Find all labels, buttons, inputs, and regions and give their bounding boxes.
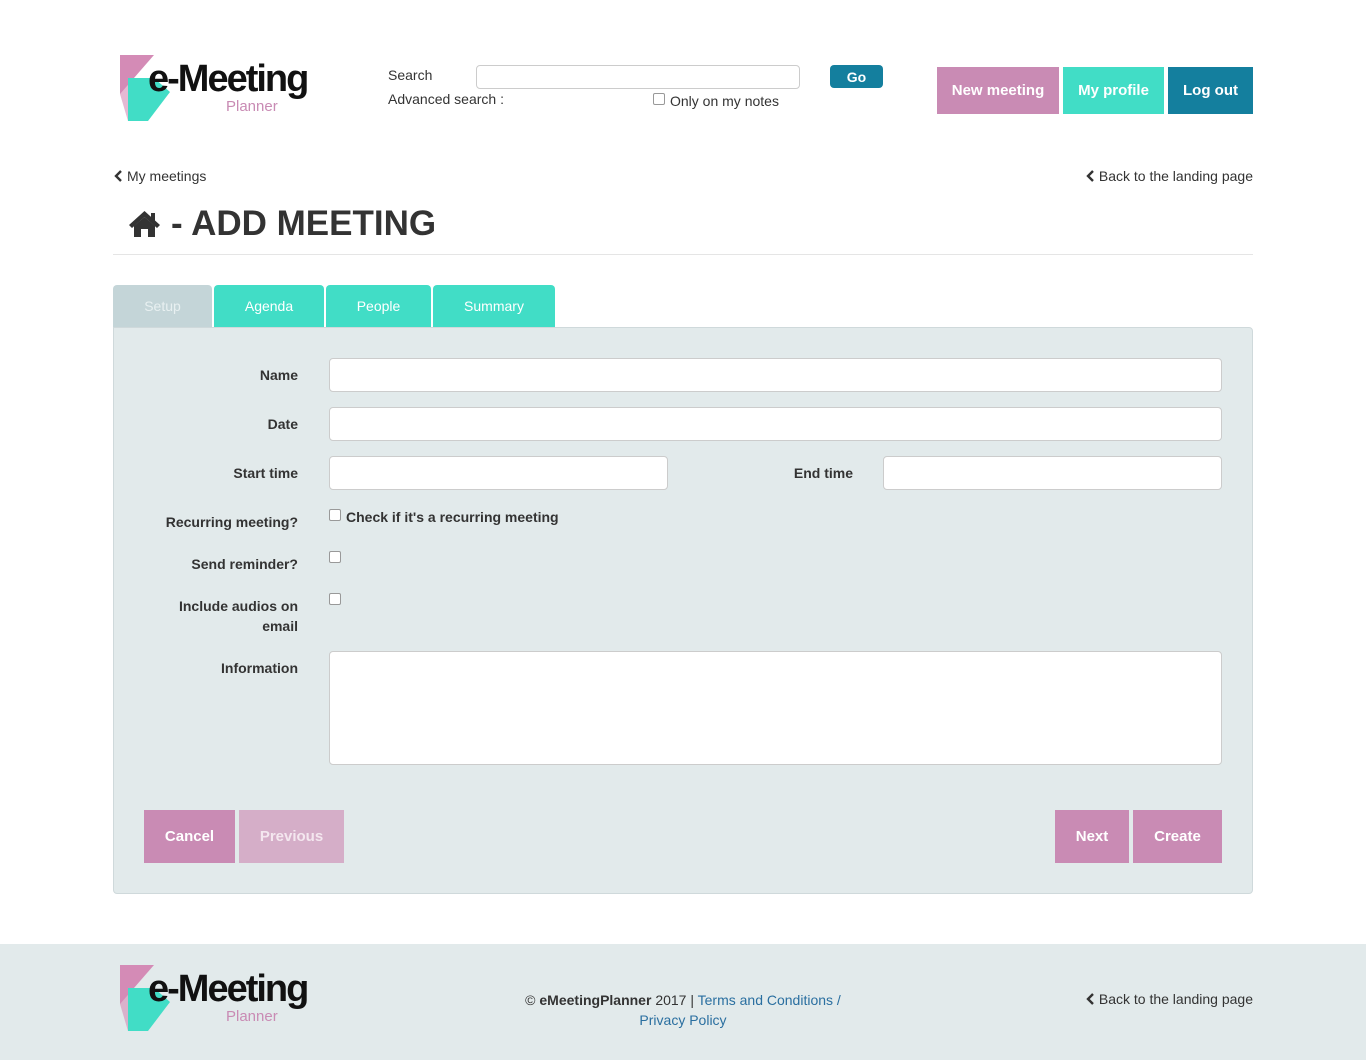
my-profile-button[interactable]: My profile bbox=[1063, 67, 1164, 114]
tab-agenda[interactable]: Agenda bbox=[214, 285, 324, 327]
cancel-button[interactable]: Cancel bbox=[144, 810, 235, 863]
logo-subtitle: Planner bbox=[226, 98, 278, 115]
tab-summary[interactable]: Summary bbox=[433, 285, 555, 327]
footer-brand: eMeetingPlanner bbox=[539, 992, 652, 1008]
footer-copyright: © eMeetingPlanner 2017 | Terms and Condi… bbox=[440, 990, 926, 1030]
page-title-text: - ADD MEETING bbox=[171, 204, 437, 243]
privacy-link[interactable]: Privacy Policy bbox=[639, 1012, 726, 1028]
next-button[interactable]: Next bbox=[1055, 810, 1129, 863]
search-label: Search bbox=[388, 67, 433, 83]
chevron-left-icon bbox=[1086, 170, 1094, 182]
footer-logo-subtitle: Planner bbox=[226, 1008, 278, 1025]
back-landing-label: Back to the landing page bbox=[1098, 991, 1253, 1007]
go-button[interactable]: Go bbox=[830, 65, 883, 88]
footer-logo[interactable]: e-Meeting Planner bbox=[120, 962, 310, 1034]
home-icon bbox=[129, 211, 160, 237]
start-time-input[interactable] bbox=[329, 456, 668, 490]
copyright-symbol: © bbox=[525, 992, 536, 1008]
name-label: Name bbox=[259, 367, 298, 383]
audios-label-line2: email bbox=[262, 618, 298, 634]
back-landing-link-bottom[interactable]: Back to the landing page bbox=[1086, 991, 1253, 1007]
reminder-label: Send reminder? bbox=[191, 556, 298, 572]
information-label: Information bbox=[221, 660, 298, 676]
end-time-input[interactable] bbox=[883, 456, 1222, 490]
logo[interactable]: e-Meeting Planner bbox=[120, 52, 310, 124]
audios-label-line1: Include audios on bbox=[178, 598, 298, 614]
date-label: Date bbox=[267, 416, 298, 432]
reminder-checkbox[interactable] bbox=[329, 551, 341, 563]
title-divider bbox=[113, 254, 1253, 255]
only-notes-label: Only on my notes bbox=[670, 93, 779, 109]
terms-link[interactable]: Terms and Conditions / bbox=[698, 992, 841, 1008]
my-meetings-label: My meetings bbox=[127, 168, 207, 184]
create-button[interactable]: Create bbox=[1133, 810, 1222, 863]
information-textarea[interactable] bbox=[329, 651, 1222, 765]
recurring-checkbox[interactable] bbox=[329, 509, 341, 521]
recurring-check-label: Check if it's a recurring meeting bbox=[346, 509, 559, 525]
only-notes-checkbox[interactable] bbox=[653, 93, 665, 105]
logo-wordmark: e-Meeting bbox=[148, 58, 309, 100]
back-landing-link-top[interactable]: Back to the landing page bbox=[1086, 168, 1253, 184]
date-input[interactable] bbox=[329, 407, 1222, 441]
chevron-left-icon bbox=[114, 170, 122, 182]
footer-logo-wordmark: e-Meeting bbox=[148, 968, 309, 1010]
tab-setup[interactable]: Setup bbox=[113, 285, 212, 327]
page-title: - ADD MEETING bbox=[128, 204, 436, 244]
audios-checkbox[interactable] bbox=[329, 593, 341, 605]
back-landing-label: Back to the landing page bbox=[1098, 168, 1253, 184]
end-time-label: End time bbox=[793, 465, 853, 481]
recurring-label: Recurring meeting? bbox=[165, 514, 298, 530]
name-input[interactable] bbox=[329, 358, 1222, 392]
log-out-button[interactable]: Log out bbox=[1168, 67, 1253, 114]
search-input[interactable] bbox=[476, 65, 800, 89]
previous-button[interactable]: Previous bbox=[239, 810, 344, 863]
advanced-search-label: Advanced search : bbox=[388, 91, 504, 107]
footer-year: 2017 | bbox=[655, 992, 694, 1008]
new-meeting-button[interactable]: New meeting bbox=[937, 67, 1059, 114]
my-meetings-link[interactable]: My meetings bbox=[114, 168, 206, 184]
chevron-left-icon bbox=[1086, 993, 1094, 1005]
start-time-label: Start time bbox=[233, 465, 298, 481]
tab-people[interactable]: People bbox=[326, 285, 431, 327]
